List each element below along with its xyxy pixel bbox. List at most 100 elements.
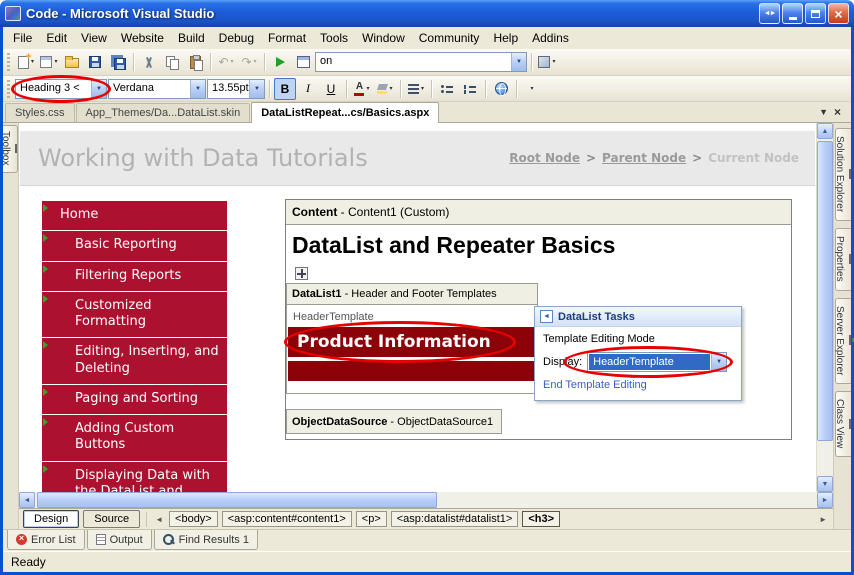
datalist-control[interactable]: DataList1 - Header and Footer Templates … [286,283,538,394]
numbered-list-button[interactable] [459,78,481,100]
properties-tab[interactable]: Properties [835,228,851,291]
toolbar-options-button[interactable]: ▾ [521,78,543,100]
menu-window[interactable]: Window [355,28,412,48]
scroll-down-button[interactable]: ▼ [817,476,833,492]
menu-community[interactable]: Community [412,28,487,48]
output-tab[interactable]: Output [87,530,152,550]
save-all-button[interactable] [107,51,129,73]
toolbar-grip[interactable] [7,80,10,98]
close-document-icon[interactable]: × [834,105,841,119]
menu-format[interactable]: Format [261,28,313,48]
minimize-button[interactable] [782,3,803,24]
tag-scroll-left-button[interactable]: ◄ [153,514,165,525]
run-combo[interactable]: on ▼ [315,52,527,72]
horizontal-scroll-thumb[interactable] [37,492,437,508]
breadcrumb-parent-link[interactable]: Parent Node [602,151,686,165]
find-results-tab[interactable]: Find Results 1 [154,530,258,550]
start-debug-button[interactable] [269,51,291,73]
nav-item-home[interactable]: Home [42,201,227,231]
design-view-button[interactable]: Design [23,510,79,528]
source-view-button[interactable]: Source [83,510,140,528]
style-combo-dropdown-button[interactable]: ▼ [91,80,106,98]
menu-file[interactable]: File [6,28,39,48]
tag-asp-datalist[interactable]: <asp:datalist#datalist1> [391,511,519,527]
maximize-button[interactable] [805,3,826,24]
close-button[interactable]: × [828,3,849,24]
tag-h3[interactable]: <h3> [522,511,560,527]
font-size-combo-dropdown-button[interactable]: ▼ [249,80,264,98]
class-view-tab[interactable]: Class View [835,391,851,457]
tab-styles-css[interactable]: Styles.css [5,103,75,122]
open-file-button[interactable] [61,51,83,73]
undo-button[interactable]: ↶▾ [215,51,237,73]
vertical-scroll-thumb[interactable] [817,141,833,441]
breadcrumb-root-link[interactable]: Root Node [509,151,580,165]
error-list-tab[interactable]: Error List [7,530,85,550]
bold-button[interactable]: B [274,78,296,100]
display-template-dropdown-button[interactable]: ▼ [711,353,726,371]
template-editing-area[interactable]: HeaderTemplate Product Information [286,305,538,394]
tag-body[interactable]: <body> [169,511,218,527]
menu-addins[interactable]: Addins [525,28,576,48]
cut-button[interactable] [138,51,160,73]
solution-explorer-tab[interactable]: Solution Explorer [835,128,851,221]
window-arrows-button[interactable]: ◄► [759,3,780,24]
menu-debug[interactable]: Debug [212,28,261,48]
run-combo-dropdown-button[interactable]: ▼ [511,53,526,71]
tab-datalist-skin[interactable]: App_Themes/Da...DataList.skin [76,103,251,122]
vertical-scrollbar[interactable]: ▲ ▼ [816,123,833,492]
menu-website[interactable]: Website [114,28,171,48]
horizontal-scrollbar[interactable]: ◄ ► [19,492,833,508]
bullet-list-button[interactable] [436,78,458,100]
paste-button[interactable] [184,51,206,73]
italic-button[interactable]: I [297,78,319,100]
tag-p[interactable]: <p> [356,511,387,527]
scroll-left-button[interactable]: ◄ [19,492,35,508]
nav-item-paging-sorting[interactable]: Paging and Sorting [42,385,227,415]
menu-build[interactable]: Build [171,28,212,48]
scroll-right-button[interactable]: ► [817,492,833,508]
font-size-combo[interactable]: 13.55pt ▼ [207,79,265,99]
style-combo[interactable]: Heading 3 < ▼ [15,79,107,99]
collapse-tasks-button[interactable]: ◄ [540,310,553,323]
font-combo-dropdown-button[interactable]: ▼ [190,80,205,98]
nav-item-basic-reporting[interactable]: Basic Reporting [42,231,227,261]
preview-button[interactable] [292,51,314,73]
menu-help[interactable]: Help [486,28,525,48]
nav-item-editing-inserting-deleting[interactable]: Editing, Inserting, and Deleting [42,338,227,385]
content-region[interactable]: Content - Content1 (Custom) DataList and… [285,199,792,440]
add-new-item-button[interactable]: ▾ [38,51,60,73]
menu-edit[interactable]: Edit [39,28,74,48]
new-item-button[interactable]: ▾ [15,51,37,73]
hyperlink-button[interactable] [490,78,512,100]
horizontal-scroll-track[interactable] [35,492,817,508]
menu-view[interactable]: View [74,28,114,48]
chevron-down-icon[interactable]: ▼ [819,108,828,117]
copy-button[interactable] [161,51,183,73]
nav-item-displaying-data[interactable]: Displaying Data with the DataList and [42,462,227,493]
server-explorer-tab[interactable]: Server Explorer [835,298,851,384]
objectdatasource-control[interactable]: ObjectDataSource - ObjectDataSource1 [286,409,502,434]
redo-button[interactable]: ↷▾ [238,51,260,73]
tag-scroll-right-button[interactable]: ► [817,514,829,525]
align-button[interactable]: ▾ [405,78,427,100]
nav-item-customized-formatting[interactable]: Customized Formatting [42,292,227,339]
toolbar-options-button[interactable]: ▾ [536,51,558,73]
toolbar-grip[interactable] [7,53,10,71]
end-template-editing-link[interactable]: End Template Editing [543,379,733,391]
vertical-scroll-track[interactable] [817,139,833,476]
product-information-header[interactable]: Product Information [288,327,536,357]
tag-asp-content[interactable]: <asp:content#content1> [222,511,352,527]
menu-tools[interactable]: Tools [313,28,355,48]
font-combo[interactable]: Verdana ▼ [108,79,206,99]
highlight-button[interactable]: ▾ [374,78,396,100]
underline-button[interactable]: U [320,78,342,100]
move-handle[interactable] [295,267,308,280]
save-button[interactable] [84,51,106,73]
nav-item-adding-custom-buttons[interactable]: Adding Custom Buttons [42,415,227,462]
nav-item-filtering-reports[interactable]: Filtering Reports [42,262,227,292]
scroll-up-button[interactable]: ▲ [817,123,833,139]
design-surface[interactable]: Working with Data Tutorials Root Node > … [19,123,816,492]
display-template-combo[interactable]: HeaderTemplate ▼ [587,352,727,372]
font-color-button[interactable]: A▾ [351,78,373,100]
